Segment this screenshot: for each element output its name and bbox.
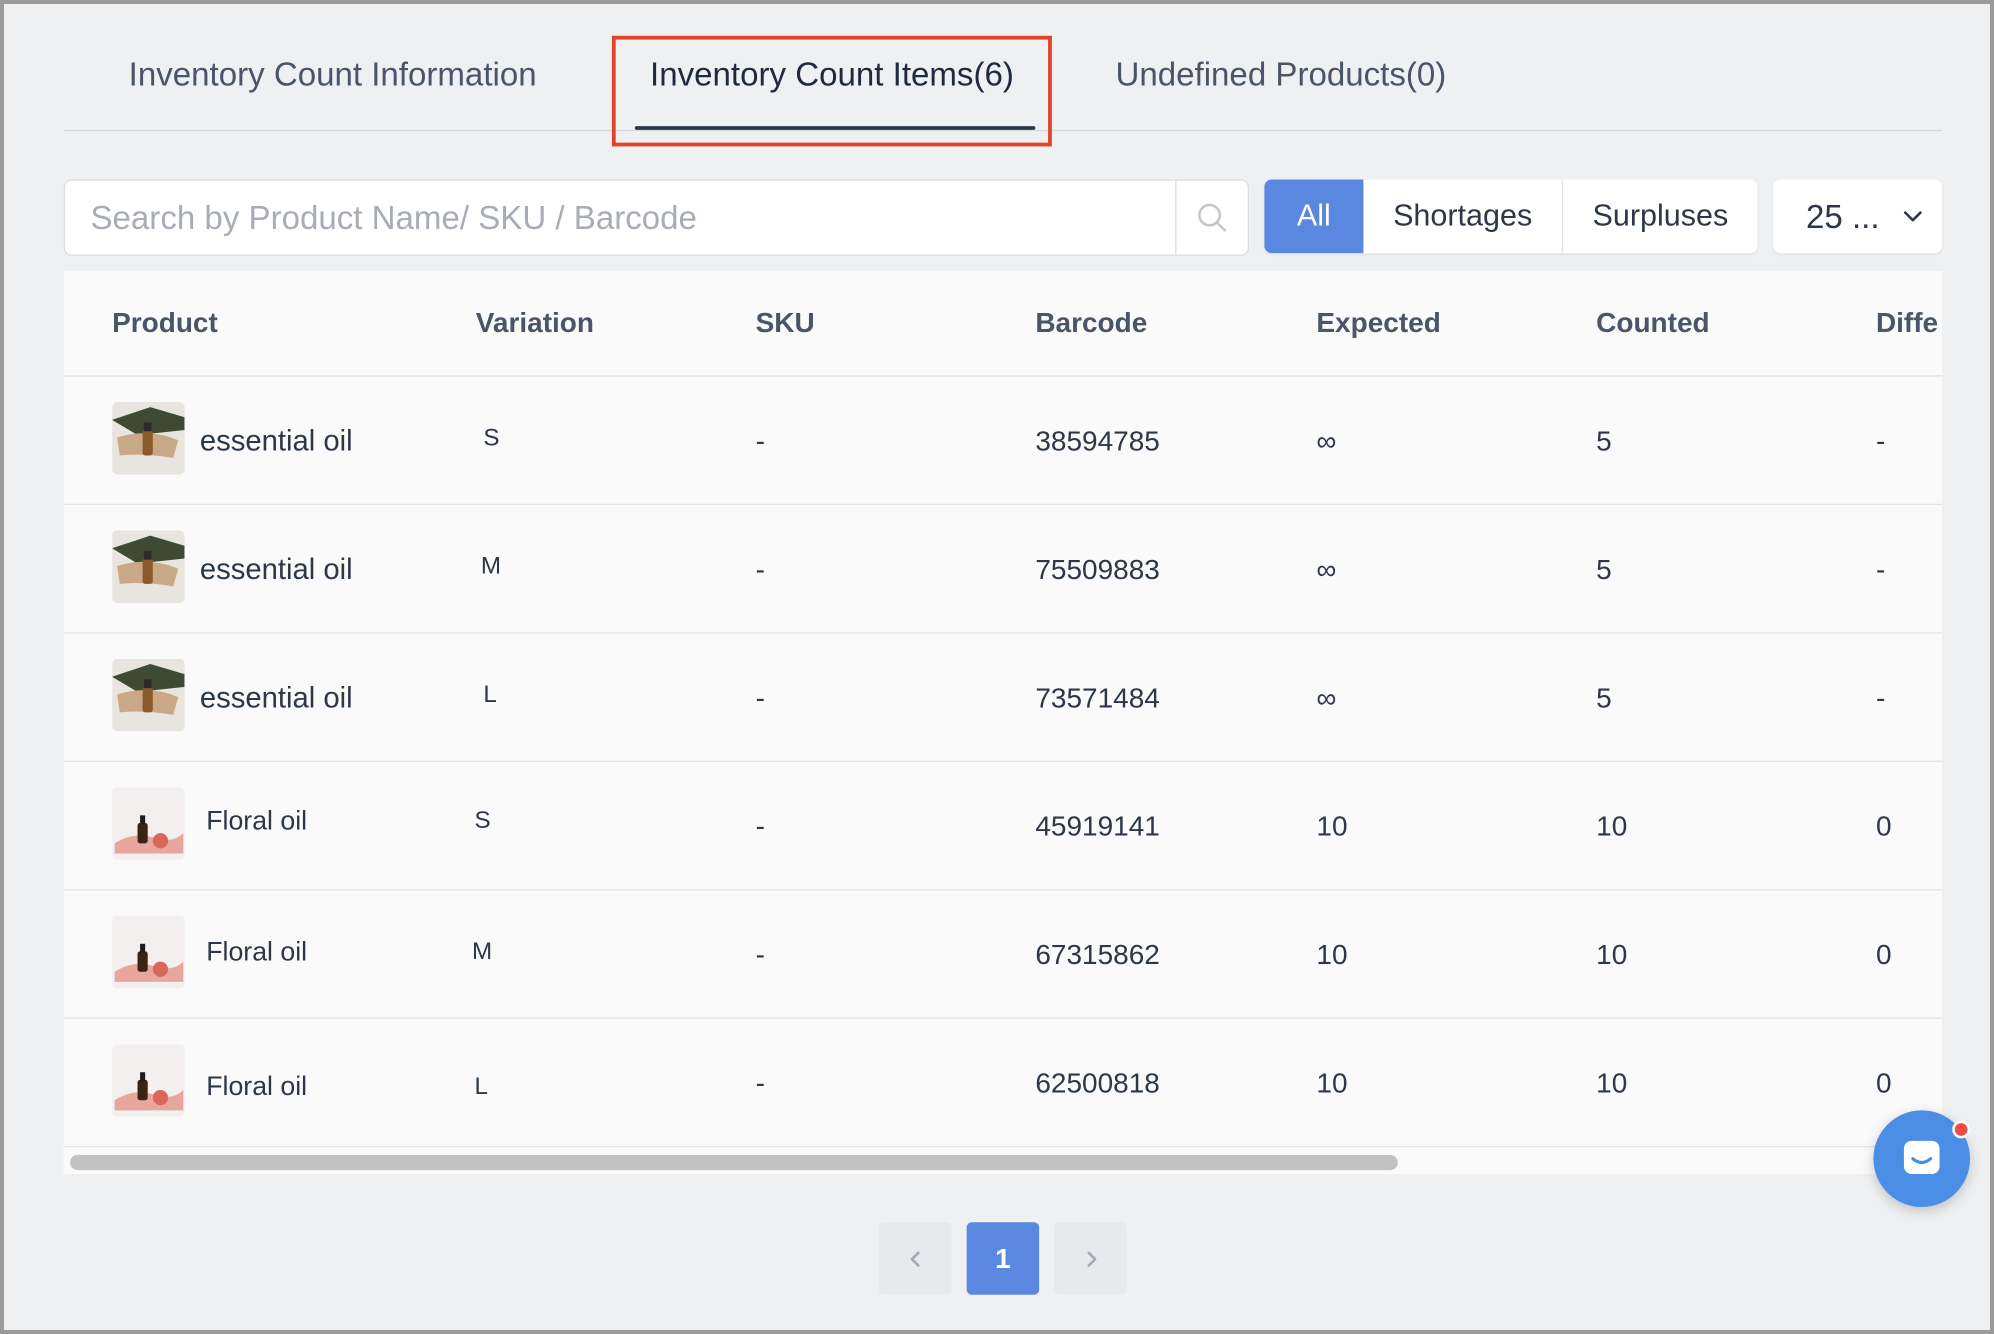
- barcode-cell: 45919141: [1035, 810, 1160, 843]
- chevron-down-icon: [1903, 211, 1922, 222]
- sku-cell: -: [755, 424, 765, 457]
- difference-cell: -: [1875, 681, 1886, 714]
- tab-inventory-count-information[interactable]: Inventory Count Information: [129, 55, 537, 94]
- search-input[interactable]: [65, 180, 1176, 255]
- product-name[interactable]: Floral oil: [206, 806, 307, 837]
- expected-cell: 10: [1316, 810, 1348, 843]
- difference-cell: 0: [1875, 938, 1892, 971]
- difference-cell: 0: [1875, 810, 1892, 843]
- sku-cell: -: [755, 938, 765, 971]
- header-sku[interactable]: SKU: [756, 307, 815, 340]
- difference-cell: -: [1875, 424, 1886, 457]
- page-size-select[interactable]: 25 ...: [1772, 179, 1943, 254]
- scrollbar-thumb[interactable]: [70, 1154, 1398, 1171]
- product-name[interactable]: essential oil: [200, 552, 353, 586]
- table-row[interactable]: Floral oil L - 62500818 10 10 0: [63, 1019, 1943, 1148]
- difference-cell: 0: [1875, 1067, 1892, 1099]
- chevron-right-icon: [1086, 1250, 1096, 1267]
- product-thumbnail: [112, 530, 185, 603]
- product-name[interactable]: essential oil: [200, 424, 353, 458]
- counted-cell: 10: [1596, 938, 1628, 971]
- expected-cell: 10: [1316, 938, 1348, 971]
- sku-cell: -: [755, 1067, 765, 1099]
- page: Inventory Count Information Inventory Co…: [4, 4, 1990, 1330]
- table-row[interactable]: Floral oil M - 67315862 10 10 0: [63, 890, 1943, 1019]
- table-row[interactable]: essential oil S - 38594785 ∞ 5 -: [63, 377, 1943, 506]
- header-expected[interactable]: Expected: [1316, 307, 1440, 340]
- filter-shortages-button[interactable]: Shortages: [1363, 179, 1564, 254]
- product-thumbnail: [112, 658, 185, 732]
- variation-cell: L: [483, 681, 497, 709]
- filter-surpluses-button[interactable]: Surpluses: [1563, 179, 1758, 253]
- counted-cell: 10: [1596, 1067, 1628, 1099]
- page-button-current[interactable]: 1: [966, 1222, 1040, 1295]
- product-thumbnail: [112, 402, 185, 475]
- counted-cell: 5: [1596, 553, 1612, 586]
- sku-cell: -: [755, 810, 765, 843]
- notification-dot: [1952, 1120, 1971, 1139]
- product-name[interactable]: Floral oil: [206, 1072, 307, 1103]
- horizontal-scrollbar[interactable]: [63, 1148, 1943, 1174]
- product-name[interactable]: essential oil: [200, 681, 353, 715]
- filter-all-button[interactable]: All: [1264, 179, 1364, 254]
- variation-cell: S: [474, 807, 491, 835]
- product-name[interactable]: Floral oil: [206, 937, 307, 968]
- next-page-button[interactable]: [1054, 1222, 1127, 1295]
- product-thumbnail: [112, 915, 185, 989]
- table-row[interactable]: essential oil M - 75509883 ∞ 5 -: [63, 505, 1943, 634]
- search-box: [63, 179, 1249, 256]
- table-header: Product Variation SKU Barcode Expected C…: [63, 271, 1943, 377]
- inventory-items-table: Product Variation SKU Barcode Expected C…: [63, 271, 1943, 1174]
- variation-cell: M: [471, 938, 493, 966]
- chevron-left-icon: [910, 1250, 919, 1267]
- counted-cell: 5: [1596, 681, 1612, 714]
- highlight-annotation-box: [611, 35, 1052, 147]
- variation-cell: L: [474, 1073, 488, 1101]
- expected-cell: ∞: [1316, 553, 1337, 586]
- filter-segmented-control: All Shortages Surpluses: [1264, 179, 1758, 254]
- header-product[interactable]: Product: [112, 307, 218, 340]
- header-variation[interactable]: Variation: [476, 307, 594, 340]
- barcode-cell: 75509883: [1035, 553, 1160, 586]
- barcode-cell: 73571484: [1035, 681, 1160, 714]
- difference-cell: -: [1875, 553, 1886, 586]
- header-difference[interactable]: Diffe: [1876, 307, 1938, 340]
- search-button[interactable]: [1175, 180, 1247, 255]
- variation-cell: M: [480, 553, 502, 581]
- table-row[interactable]: Floral oil S - 45919141 10 10 0: [63, 762, 1943, 891]
- chat-icon: [1903, 1140, 1940, 1174]
- expected-cell: ∞: [1316, 424, 1337, 457]
- sku-cell: -: [755, 553, 765, 586]
- search-icon: [1198, 203, 1227, 232]
- header-counted[interactable]: Counted: [1596, 307, 1709, 340]
- expected-cell: ∞: [1316, 681, 1337, 714]
- product-thumbnail: [112, 1044, 185, 1117]
- page-size-value: 25 ...: [1805, 196, 1880, 235]
- app-frame: Inventory Count Information Inventory Co…: [0, 0, 1994, 1334]
- counted-cell: 10: [1596, 810, 1628, 843]
- sku-cell: -: [755, 681, 765, 714]
- barcode-cell: 62500818: [1035, 1067, 1160, 1099]
- table-row[interactable]: essential oil L - 73571484 ∞ 5 -: [63, 633, 1943, 762]
- previous-page-button[interactable]: [878, 1222, 952, 1295]
- product-thumbnail: [112, 787, 185, 860]
- barcode-cell: 67315862: [1035, 938, 1160, 971]
- header-barcode[interactable]: Barcode: [1035, 307, 1147, 340]
- barcode-cell: 38594785: [1035, 424, 1160, 457]
- expected-cell: 10: [1316, 1067, 1348, 1099]
- counted-cell: 5: [1596, 424, 1612, 457]
- tab-undefined-products[interactable]: Undefined Products(0): [1115, 55, 1446, 94]
- variation-cell: S: [483, 424, 500, 452]
